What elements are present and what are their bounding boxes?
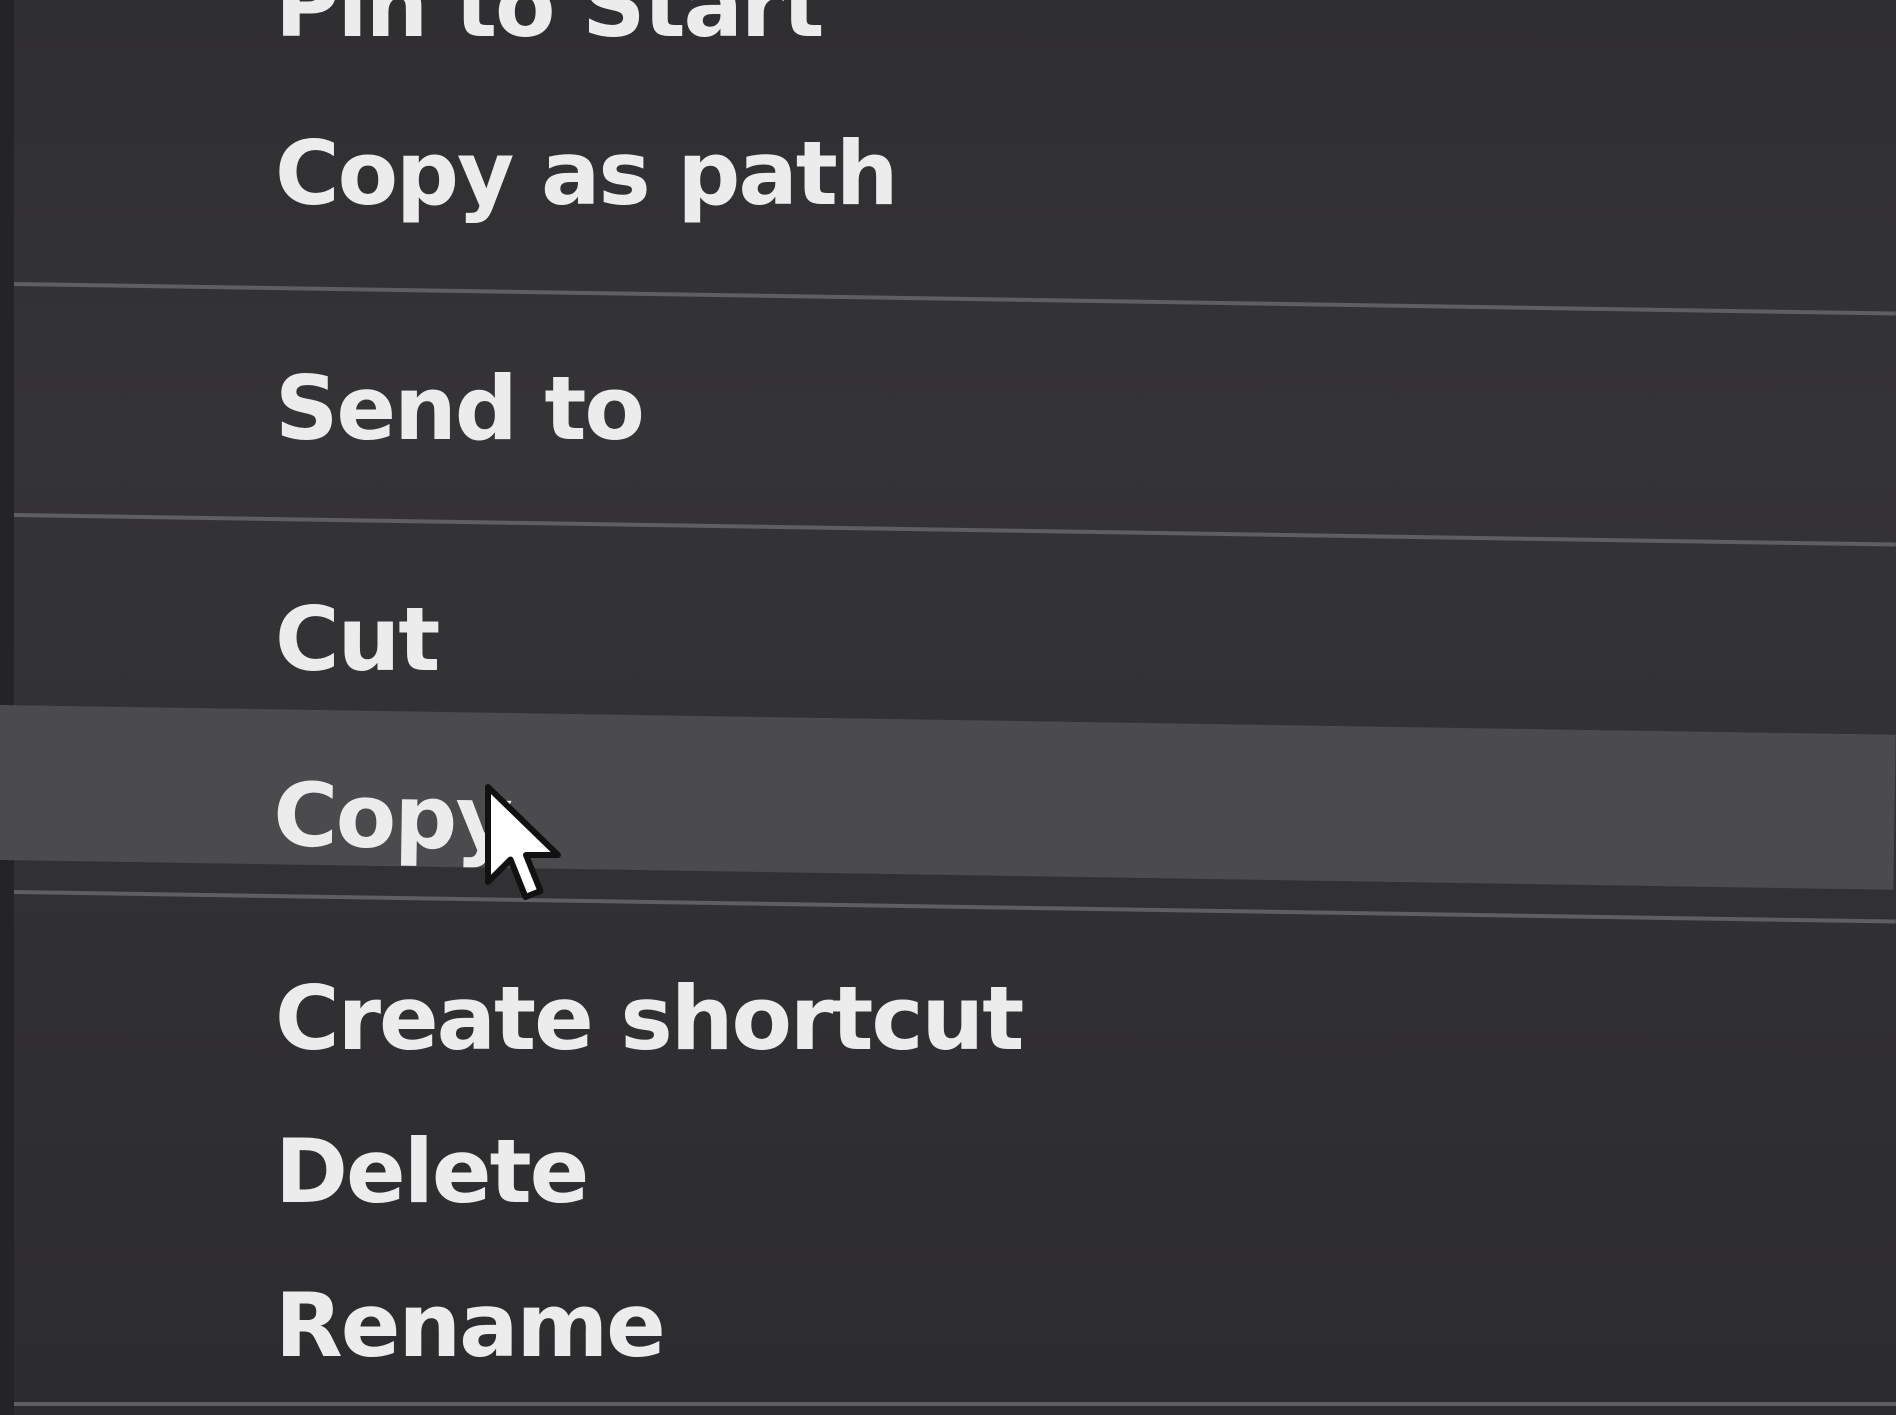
menu-item-label: Delete xyxy=(275,1120,589,1223)
menu-separator xyxy=(13,890,1896,924)
menu-separator xyxy=(13,282,1896,316)
menu-item-label: Copy xyxy=(272,763,512,871)
menu-item-rename[interactable]: Rename xyxy=(0,1282,1896,1392)
menu-item-send-to[interactable]: Send to xyxy=(0,365,1896,485)
menu-item-delete[interactable]: Delete xyxy=(0,1128,1896,1238)
menu-item-pin-to-start[interactable]: Pin to Start xyxy=(0,0,1896,52)
menu-separator xyxy=(13,513,1896,547)
context-menu: Pin to Start Copy as path Send to Cut Co… xyxy=(0,0,1896,1415)
menu-item-create-shortcut[interactable]: Create shortcut xyxy=(0,975,1896,1085)
menu-separator xyxy=(14,1402,1896,1406)
menu-item-label: Cut xyxy=(275,588,440,691)
menu-item-cut[interactable]: Cut xyxy=(0,596,1896,696)
menu-item-label: Copy as path xyxy=(275,122,899,225)
menu-item-label: Send to xyxy=(275,357,645,460)
menu-item-label: Rename xyxy=(275,1274,666,1377)
menu-item-label: Pin to Start xyxy=(275,0,824,57)
arrow-pointer-icon xyxy=(485,784,561,900)
menu-item-copy-as-path[interactable]: Copy as path xyxy=(0,130,1896,250)
menu-item-label: Create shortcut xyxy=(275,967,1024,1070)
menu-item-copy[interactable]: Copy xyxy=(0,705,1896,890)
